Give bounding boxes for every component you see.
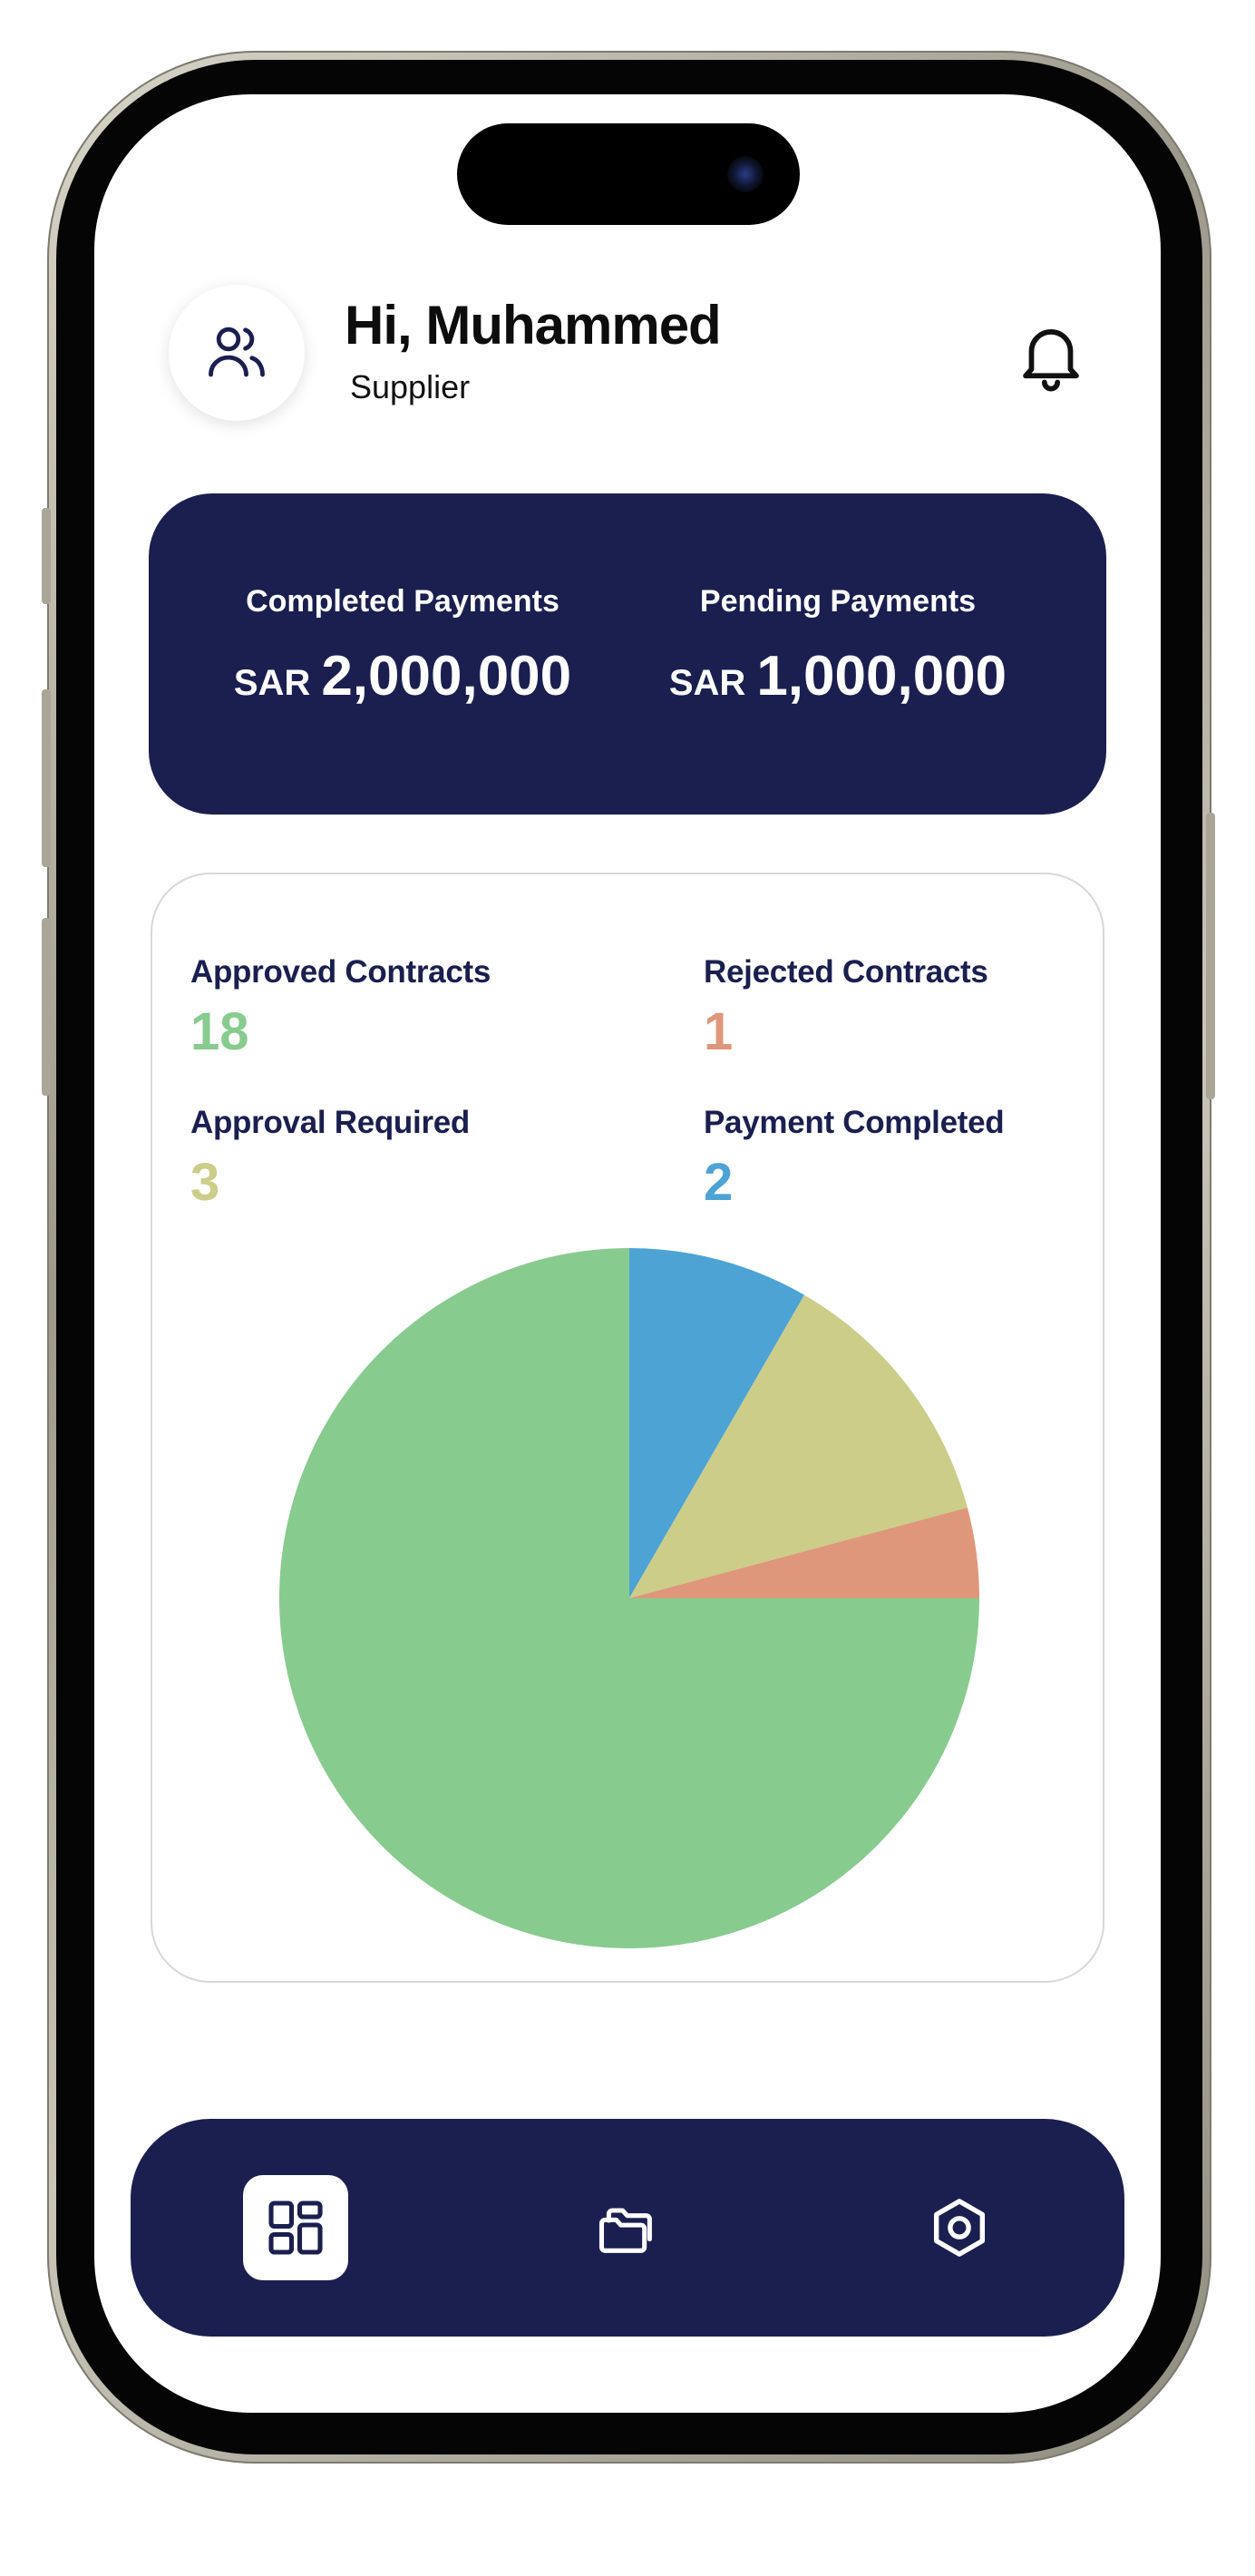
stat-value: 1: [704, 1002, 734, 1061]
stat-label: Approval Required: [190, 1105, 471, 1140]
user-role: Supplier: [350, 368, 471, 405]
stat-value: 18: [190, 1002, 249, 1061]
amount-value: 1,000,000: [756, 645, 1007, 707]
pending-payments-label: Pending Payments: [699, 584, 977, 619]
pending-payments-amount: SAR 1,000,000: [620, 644, 1056, 708]
volume-down-button: [42, 918, 51, 1096]
currency-label: SAR: [668, 663, 746, 703]
folders-icon: [598, 2208, 652, 2253]
avatar[interactable]: [169, 285, 305, 421]
approval-required-stat: Approval Required 3: [190, 1105, 470, 1213]
stat-label: Payment Completed: [704, 1105, 1005, 1140]
nav-dashboard[interactable]: [243, 2175, 348, 2280]
payments-summary-card: Completed Payments SAR 2,000,000 Pending …: [149, 493, 1106, 815]
bottom-nav: [131, 2119, 1124, 2337]
stat-value: 2: [704, 1153, 734, 1212]
completed-payments-amount: SAR 2,000,000: [185, 644, 620, 708]
settings-icon: [933, 2199, 986, 2257]
payment-completed-stat: Payment Completed 2: [704, 1105, 1005, 1213]
action-button: [42, 508, 51, 604]
volume-up-button: [42, 689, 51, 867]
completed-payments-label: Completed Payments: [246, 584, 559, 619]
power-button: [1206, 813, 1215, 1099]
contracts-pie-chart: [279, 1248, 979, 1948]
currency-label: SAR: [233, 663, 311, 703]
completed-payments: Completed Payments SAR 2,000,000: [185, 493, 620, 815]
stat-value: 3: [190, 1153, 220, 1212]
amount-value: 2,000,000: [321, 645, 572, 707]
stat-label: Approved Contracts: [190, 954, 491, 990]
approved-contracts-stat: Approved Contracts 18: [190, 954, 491, 1062]
dynamic-island: [457, 123, 800, 225]
camera-icon: [727, 156, 764, 192]
dashboard-icon: [268, 2200, 323, 2255]
pending-payments: Pending Payments SAR 1,000,000: [620, 493, 1056, 815]
app-screen: Hi, Muhammed Supplier Completed Payments…: [94, 94, 1161, 2413]
contracts-stats-card: Approved Contracts 18 Rejected Contracts…: [151, 873, 1104, 1983]
greeting-title: Hi, Muhammed: [345, 295, 722, 356]
nav-documents[interactable]: [575, 2175, 680, 2280]
stat-label: Rejected Contracts: [704, 954, 988, 990]
bell-icon[interactable]: [1012, 316, 1090, 394]
users-icon: [209, 327, 265, 377]
nav-settings[interactable]: [907, 2175, 1012, 2280]
rejected-contracts-stat: Rejected Contracts 1: [704, 954, 988, 1062]
